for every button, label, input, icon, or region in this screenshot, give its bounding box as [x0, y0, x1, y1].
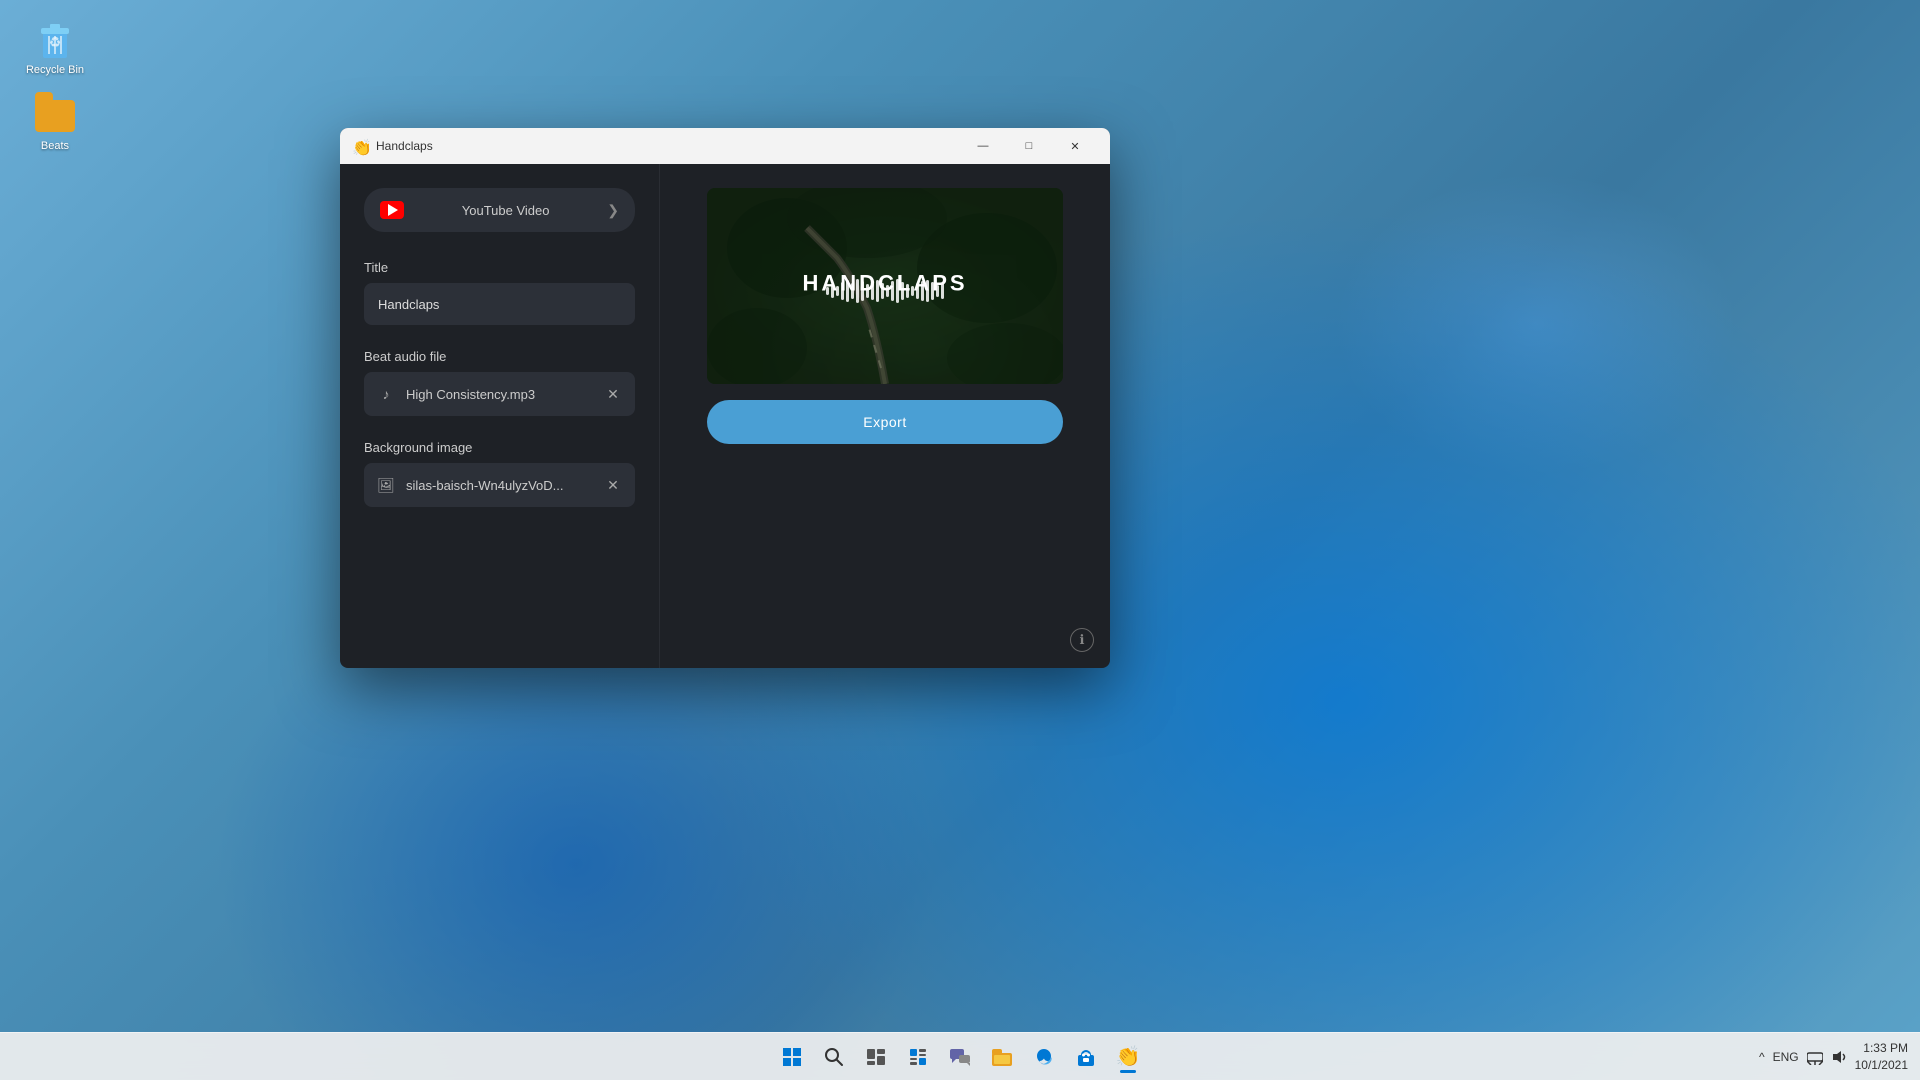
waveform-bar	[911, 286, 914, 296]
waveform-bar	[836, 286, 839, 296]
waveform-bar	[886, 285, 889, 297]
waveform-bar	[881, 283, 884, 299]
volume-icon	[1831, 1049, 1847, 1065]
taskbar-clock[interactable]: 1:33 PM 10/1/2021	[1855, 1040, 1908, 1074]
active-indicator	[1120, 1070, 1136, 1073]
image-file-input[interactable]: 🖼 silas-baisch-Wn4ulyzVoD... ✕	[364, 463, 635, 507]
window-controls: — □ ✕	[960, 128, 1098, 164]
title-input[interactable]	[364, 283, 635, 325]
audio-label: Beat audio file	[364, 349, 635, 364]
waveform-bar	[931, 282, 934, 300]
network-icon	[1807, 1049, 1823, 1065]
info-icon[interactable]: ℹ	[1070, 628, 1094, 652]
audio-field-group: Beat audio file ♪ High Consistency.mp3 ✕	[364, 349, 635, 416]
youtube-button-label: YouTube Video	[414, 203, 597, 218]
image-label: Background image	[364, 440, 635, 455]
waveform-bar	[896, 279, 899, 303]
taskbar-center-icons: 👏	[774, 1039, 1146, 1075]
desktop-icons: ♻ Recycle Bin Beats	[20, 20, 90, 152]
preview-card: HANDCLAPS	[707, 188, 1063, 384]
taskbar: 👏 ^ ENG 1:33 PM 10/1/2021	[0, 1032, 1920, 1080]
recycle-bin-icon[interactable]: ♻ Recycle Bin	[20, 20, 90, 76]
waveform-bar	[876, 280, 879, 302]
taskbar-edge-button[interactable]	[1026, 1039, 1062, 1075]
window-title-text: Handclaps	[376, 139, 952, 153]
beats-folder-label: Beats	[41, 140, 69, 152]
waveform-bar	[941, 283, 944, 299]
taskbar-store-button[interactable]	[1068, 1039, 1104, 1075]
waveform-bar	[871, 282, 874, 300]
waveform-bar	[831, 284, 834, 298]
title-label: Title	[364, 260, 635, 275]
waveform-bar	[926, 280, 929, 302]
waveform-bar	[891, 281, 894, 301]
recycle-bin-image: ♻	[35, 20, 75, 60]
image-file-icon: 🖼	[376, 475, 396, 495]
waveform-bar	[916, 283, 919, 299]
waveform-bar	[921, 281, 924, 301]
image-filename: silas-baisch-Wn4ulyzVoD...	[406, 478, 593, 493]
window-body: YouTube Video ❯ Title Beat audio file ♪ …	[340, 164, 1110, 668]
title-field-group: Title	[364, 260, 635, 325]
taskbar-explorer-button[interactable]	[984, 1039, 1020, 1075]
left-panel: YouTube Video ❯ Title Beat audio file ♪ …	[340, 164, 660, 668]
taskbar-widgets-button[interactable]	[900, 1039, 936, 1075]
audio-file-input[interactable]: ♪ High Consistency.mp3 ✕	[364, 372, 635, 416]
image-field-group: Background image 🖼 silas-baisch-Wn4ulyzV…	[364, 440, 635, 507]
audio-file-clear-button[interactable]: ✕	[603, 384, 623, 404]
taskbar-taskview-button[interactable]	[858, 1039, 894, 1075]
taskbar-language[interactable]: ENG	[1773, 1050, 1799, 1064]
audio-file-icon: ♪	[376, 384, 396, 404]
handclaps-window: 👏 Handclaps — □ ✕ YouTube Video ❯ Title	[340, 128, 1110, 668]
youtube-play-triangle	[388, 204, 398, 216]
taskbar-systray: ^ ENG 1:33 PM 10/1/2021	[1759, 1040, 1908, 1074]
waveform-bar	[856, 279, 859, 303]
waveform-bar	[841, 282, 844, 300]
audio-filename: High Consistency.mp3	[406, 387, 593, 402]
chevron-right-icon: ❯	[607, 202, 619, 219]
waveform-bar	[861, 281, 864, 301]
waveform-bar	[826, 287, 829, 295]
beats-folder-image	[35, 96, 75, 136]
right-panel: HANDCLAPS Export ℹ	[660, 164, 1110, 668]
image-file-clear-button[interactable]: ✕	[603, 475, 623, 495]
close-button[interactable]: ✕	[1052, 128, 1098, 164]
waveform-bar	[866, 284, 869, 298]
recycle-bin-label: Recycle Bin	[26, 64, 84, 76]
maximize-button[interactable]: □	[1006, 128, 1052, 164]
export-button[interactable]: Export	[707, 400, 1063, 444]
minimize-button[interactable]: —	[960, 128, 1006, 164]
window-title-icon: 👏	[352, 138, 368, 154]
svg-text:♻: ♻	[49, 34, 62, 50]
taskbar-handclaps-button[interactable]: 👏	[1110, 1039, 1146, 1075]
taskbar-chevron[interactable]: ^	[1759, 1050, 1765, 1064]
taskbar-start-button[interactable]	[774, 1039, 810, 1075]
preview-waveform	[826, 276, 944, 306]
waveform-bar	[936, 285, 939, 297]
waveform-bar	[906, 284, 909, 298]
youtube-video-button[interactable]: YouTube Video ❯	[364, 188, 635, 232]
waveform-bar	[901, 282, 904, 300]
beats-folder-icon[interactable]: Beats	[20, 96, 90, 152]
taskbar-right: ^ ENG 1:33 PM 10/1/2021	[1759, 1040, 1908, 1074]
waveform-bar	[846, 280, 849, 302]
window-titlebar: 👏 Handclaps — □ ✕	[340, 128, 1110, 164]
youtube-icon	[380, 201, 404, 219]
taskbar-chat-button[interactable]	[942, 1039, 978, 1075]
taskbar-search-button[interactable]	[816, 1039, 852, 1075]
waveform-bar	[851, 283, 854, 299]
